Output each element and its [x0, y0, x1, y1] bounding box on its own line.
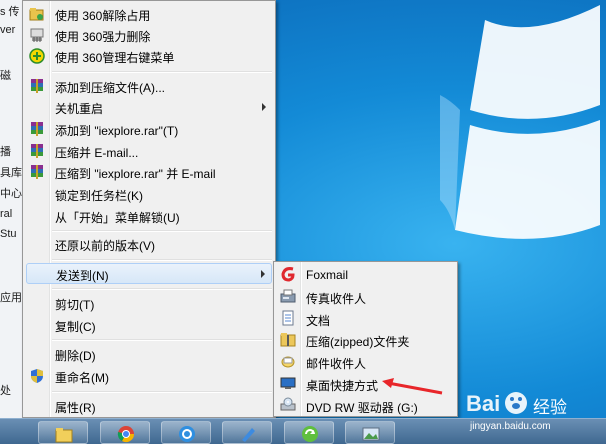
taskbar-pen[interactable]: [222, 421, 272, 444]
menu-separator: [52, 391, 272, 393]
menu-separator: [52, 259, 272, 261]
folder-lock-icon: [29, 8, 44, 21]
taskbar-browser[interactable]: [161, 421, 211, 444]
menu-item-label: 压缩并 E-mail...: [55, 146, 139, 160]
taskbar-image-viewer[interactable]: [345, 421, 395, 444]
send-to-label: 传真收件人: [306, 292, 367, 306]
menu-item-label: 剪切(T): [55, 298, 95, 312]
menu-item-add-to-rar[interactable]: 添加到 "iexplore.rar"(T): [26, 119, 272, 140]
browser-icon: [179, 426, 195, 442]
document-icon: [282, 310, 294, 326]
start-item-fragment: s 传: [0, 6, 20, 18]
winrar-icon: [31, 122, 43, 136]
winrar-icon: [31, 79, 43, 93]
360-plus-icon: [29, 48, 45, 64]
fax-icon: [280, 289, 296, 303]
send-to-foxmail[interactable]: Foxmail: [277, 264, 455, 285]
start-item-fragment: ral: [0, 208, 13, 220]
menu-separator: [52, 288, 272, 290]
menu-item-label: 压缩到 "iexplore.rar" 并 E-mail: [55, 167, 216, 181]
foxmail-icon: [281, 267, 295, 282]
send-to-label: 文档: [306, 314, 331, 328]
annotation-arrow: [382, 378, 443, 395]
menu-item-copy[interactable]: 复制(C): [26, 315, 272, 336]
menu-item-label: 重命名(M): [55, 371, 109, 385]
menu-item-unpin-start[interactable]: 从「开始」菜单解锁(U): [26, 206, 272, 227]
start-item-fragment: Stu: [0, 228, 17, 240]
taskbar-explorer[interactable]: [38, 421, 88, 444]
context-menu: 使用 360解除占用 使用 360强力删除 使用 360管理右键菜单 添加到压缩…: [22, 0, 276, 418]
baidu-watermark: Bai: [466, 391, 527, 416]
menu-item-label: 从「开始」菜单解锁(U): [55, 211, 180, 225]
image-viewer-icon: [362, 427, 380, 441]
send-to-label: DVD RW 驱动器 (G:): [306, 401, 418, 415]
menu-item-compress-email[interactable]: 压缩并 E-mail...: [26, 141, 272, 162]
pen-icon: [242, 428, 255, 442]
shred-icon: [30, 28, 44, 42]
dvd-drive-icon: [280, 397, 296, 411]
start-item-fragment: ver: [0, 24, 16, 36]
submenu-arrow-icon: [262, 103, 266, 111]
send-to-label: Foxmail: [306, 268, 349, 282]
start-item-fragment: 应用: [0, 292, 22, 304]
menu-separator: [52, 230, 272, 232]
winrar-icon: [31, 144, 43, 158]
menu-item-label: 锁定到任务栏(K): [55, 189, 143, 203]
desktop-icon: [280, 377, 296, 389]
sync-icon: [302, 426, 318, 442]
menu-item-360-unlock[interactable]: 使用 360解除占用: [26, 4, 272, 25]
chrome-icon: [117, 426, 135, 443]
start-item-fragment: 处: [0, 385, 11, 397]
menu-item-label: 添加到压缩文件(A)...: [55, 81, 165, 95]
send-to-label: 桌面快捷方式: [306, 379, 379, 393]
taskbar-chrome[interactable]: [100, 421, 150, 444]
svg-text:Bai: Bai: [466, 391, 500, 416]
explorer-icon: [55, 428, 73, 443]
start-item-fragment: 磁: [0, 70, 11, 82]
menu-item-360-delete[interactable]: 使用 360强力删除: [26, 25, 272, 46]
zip-folder-icon: [280, 333, 296, 347]
menu-item-label: 使用 360强力删除: [55, 30, 151, 44]
menu-item-shutdown-restart[interactable]: 关机重启: [26, 97, 272, 118]
menu-item-label: 关机重启: [55, 102, 104, 116]
menu-item-pin-taskbar[interactable]: 锁定到任务栏(K): [26, 184, 272, 205]
windows-logo: [440, 5, 600, 239]
menu-item-label: 发送到(N): [56, 269, 109, 283]
menu-item-label: 使用 360解除占用: [55, 9, 151, 23]
send-to-label: 压缩(zipped)文件夹: [306, 335, 410, 349]
uac-shield-icon: [31, 369, 43, 383]
menu-item-label: 还原以前的版本(V): [55, 239, 155, 253]
start-item-fragment: 具库: [0, 167, 22, 179]
send-to-documents[interactable]: 文档: [277, 308, 455, 329]
menu-item-cut[interactable]: 剪切(T): [26, 293, 272, 314]
menu-item-rename[interactable]: 重命名(M): [26, 366, 272, 387]
start-item-fragment: 中心: [0, 188, 22, 200]
send-to-label: 邮件收件人: [306, 357, 367, 371]
menu-item-label: 复制(C): [55, 320, 96, 334]
menu-item-delete[interactable]: 删除(D): [26, 344, 272, 365]
send-to-zip-folder[interactable]: 压缩(zipped)文件夹: [277, 329, 455, 350]
menu-item-compress-to-rar-email[interactable]: 压缩到 "iexplore.rar" 并 E-mail: [26, 162, 272, 183]
watermark-jingyan: 经验: [533, 398, 567, 418]
start-item-fragment: 播: [0, 146, 11, 158]
menu-item-properties[interactable]: 属性(R): [26, 396, 272, 417]
menu-item-label: 使用 360管理右键菜单: [55, 51, 175, 65]
start-menu-background: s 传 ver 磁 播 具库 中心 ral Stu 应用 处: [0, 0, 23, 418]
menu-item-label: 删除(D): [55, 349, 96, 363]
send-to-fax[interactable]: 传真收件人: [277, 286, 455, 307]
submenu-arrow-icon: [261, 270, 265, 278]
menu-item-send-to[interactable]: 发送到(N): [26, 263, 272, 284]
menu-item-add-archive[interactable]: 添加到压缩文件(A)...: [26, 76, 272, 97]
menu-item-label: 属性(R): [55, 401, 96, 415]
watermark-url: jingyan.baidu.com: [470, 421, 551, 432]
menu-separator: [52, 71, 272, 73]
taskbar-sync[interactable]: [284, 421, 334, 444]
menu-item-360-manage[interactable]: 使用 360管理右键菜单: [26, 46, 272, 67]
menu-item-label: 添加到 "iexplore.rar"(T): [55, 124, 179, 138]
mail-icon: [281, 356, 295, 368]
send-to-mail-recipient[interactable]: 邮件收件人: [277, 351, 455, 372]
menu-item-restore-versions[interactable]: 还原以前的版本(V): [26, 234, 272, 255]
menu-separator: [52, 339, 272, 341]
winrar-icon: [31, 165, 43, 179]
